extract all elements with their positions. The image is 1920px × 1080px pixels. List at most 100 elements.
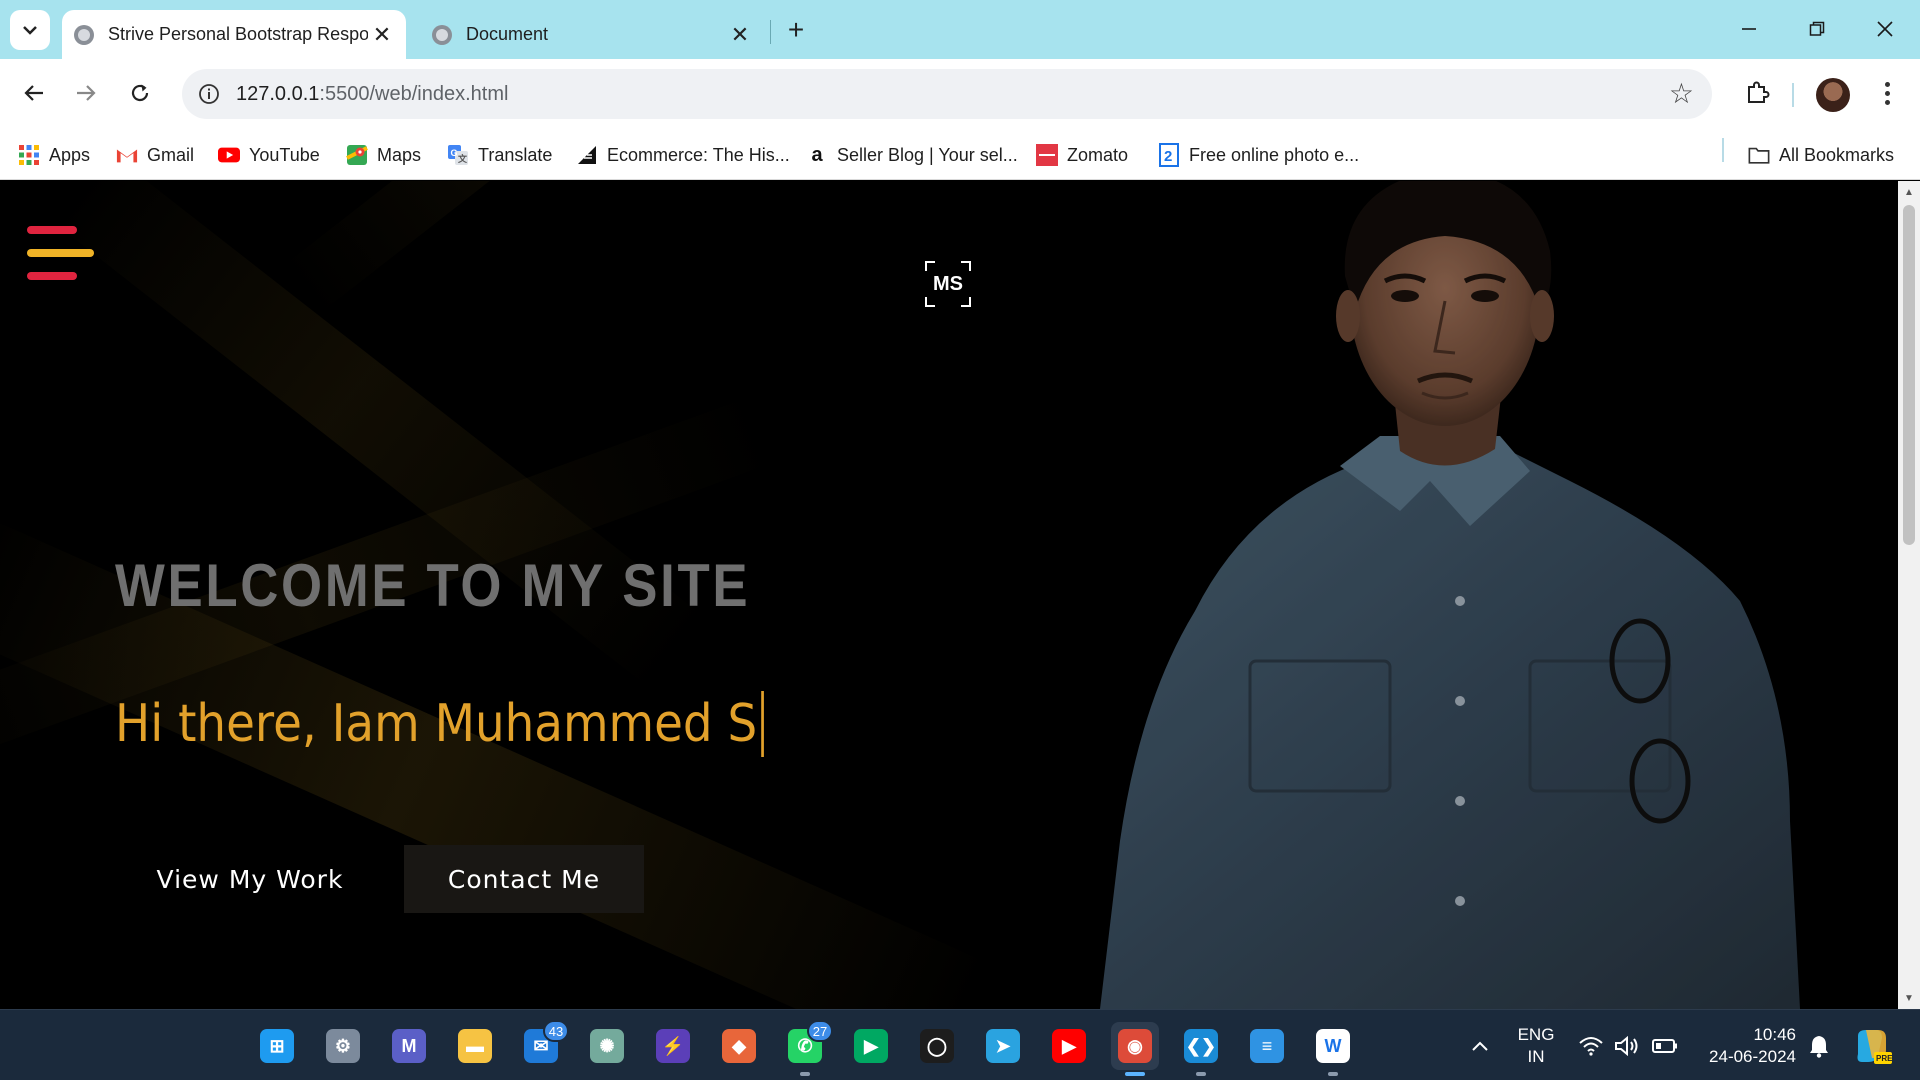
vscode-icon: ❮❯ [1184, 1029, 1218, 1063]
tab-title: Document [466, 24, 549, 44]
hamburger-menu-button[interactable] [27, 226, 94, 281]
youtube-icon [218, 144, 240, 166]
tab-document[interactable]: Document ✕ [420, 10, 764, 59]
bookmark-label: All Bookmarks [1779, 144, 1895, 165]
close-tab-icon[interactable]: ✕ [368, 21, 396, 49]
hamburger-bar [27, 249, 94, 257]
reload-button[interactable] [120, 73, 160, 113]
bookmark-label: YouTube [249, 144, 320, 165]
extensions-button[interactable] [1738, 72, 1778, 112]
taskbar-word-app[interactable]: W [1309, 1022, 1357, 1076]
bookmark-ecommerce[interactable]: Ecommerce: The His... [576, 140, 790, 170]
profile-avatar[interactable] [1816, 78, 1850, 112]
profile-portrait-image [1100, 181, 1890, 1009]
bookmark-zomato[interactable]: Zomato [1036, 140, 1128, 170]
bookmark-seller-blog[interactable]: a Seller Blog | Your sel... [806, 140, 1018, 170]
close-tab-icon[interactable]: ✕ [726, 21, 754, 49]
system-clock[interactable]: 10:46 24-06-2024 [1700, 1024, 1796, 1068]
taskbar-start[interactable]: ⊞ [253, 1022, 301, 1070]
bookmark-youtube[interactable]: YouTube [218, 140, 320, 170]
running-indicator [1196, 1072, 1206, 1076]
tab-strive[interactable]: Strive Personal Bootstrap Respo ✕ [62, 10, 406, 59]
chatgpt-icon: ✺ [590, 1029, 624, 1063]
taskbar-power-automate[interactable]: ⚡ [649, 1022, 697, 1070]
bookmark-gmail[interactable]: Gmail [116, 140, 194, 170]
taskbar-youtube-app[interactable]: ▶ [1045, 1022, 1093, 1070]
address-bar[interactable]: 127.0.0.1:5500/web/index.html ☆ [182, 69, 1712, 119]
globe-icon [74, 24, 94, 45]
contact-me-button[interactable]: Contact Me [404, 845, 644, 913]
lang-code: ENG [1517, 1025, 1555, 1044]
bookmark-star-icon[interactable]: ☆ [1669, 77, 1694, 110]
taskbar-notepad[interactable]: ≡ [1243, 1022, 1291, 1070]
bookmark-photo-editor[interactable]: 2 Free online photo e... [1158, 140, 1359, 170]
notification-badge: 27 [807, 1020, 833, 1042]
language-indicator[interactable]: ENG IN [1516, 1024, 1556, 1068]
background-beam [281, 181, 792, 315]
taskbar-settings[interactable]: ⚙ [319, 1022, 367, 1070]
amazon-icon: a [811, 143, 823, 166]
zomato-icon [1036, 144, 1058, 166]
taskbar-search-app[interactable]: ◯ [913, 1022, 961, 1070]
copilot-icon[interactable]: PRE [1852, 1010, 1892, 1080]
scrollbar-thumb[interactable] [1903, 205, 1915, 545]
chrome-icon: ◉ [1118, 1029, 1152, 1063]
all-bookmarks-button[interactable]: All Bookmarks [1748, 140, 1894, 170]
git-icon: ◆ [722, 1029, 756, 1063]
close-window-button[interactable] [1860, 10, 1910, 48]
bookmark-label: Seller Blog | Your sel... [837, 144, 1018, 165]
bookmark-maps[interactable]: Maps [346, 140, 421, 170]
taskbar-chrome[interactable]: ◉ [1111, 1022, 1159, 1076]
scroll-up-icon[interactable]: ▲ [1898, 183, 1920, 201]
taskbar-git[interactable]: ◆ [715, 1022, 763, 1070]
view-my-work-button[interactable]: View My Work [150, 845, 350, 913]
file-explorer-icon: ▬ [458, 1029, 492, 1063]
forward-button[interactable] [66, 73, 106, 113]
taskbar-file-explorer[interactable]: ▬ [451, 1022, 499, 1070]
clock-date: 24-06-2024 [1709, 1047, 1796, 1066]
bookmark-translate[interactable]: G文 Translate [447, 140, 552, 170]
notification-bell-icon[interactable] [1808, 1010, 1830, 1080]
taskbar-chatgpt[interactable]: ✺ [583, 1022, 631, 1070]
svg-text:文: 文 [457, 153, 468, 164]
hero-headline: WELCOME TO MY SITE [115, 552, 751, 619]
page-scrollbar[interactable]: ▲ ▼ [1898, 181, 1920, 1009]
telegram-icon: ➤ [986, 1029, 1020, 1063]
taskbar-vscode[interactable]: ❮❯ [1177, 1022, 1225, 1076]
typing-caret [760, 691, 764, 757]
restore-icon [1809, 21, 1825, 36]
taskbar-meet[interactable]: ▶ [847, 1022, 895, 1070]
tab-search-button[interactable] [10, 10, 50, 50]
wifi-icon[interactable] [1578, 1010, 1604, 1080]
bookmark-apps[interactable]: Apps [18, 140, 90, 170]
taskbar-whatsapp[interactable]: ✆ 27 [781, 1020, 833, 1076]
taskbar-telegram[interactable]: ➤ [979, 1022, 1027, 1070]
new-tab-button[interactable]: + [780, 14, 812, 46]
browser-menu-button[interactable] [1872, 73, 1902, 113]
chevron-down-icon [23, 26, 37, 35]
hamburger-bar [27, 226, 77, 234]
hero-typed-text: Hi there, Iam Muhammed S [115, 691, 764, 757]
region-code: IN [1527, 1047, 1545, 1066]
taskbar-mail[interactable]: ✉ 43 [517, 1020, 569, 1070]
close-icon [1877, 21, 1893, 37]
svg-text:2: 2 [1164, 148, 1172, 165]
svg-text:G: G [451, 148, 458, 158]
volume-icon[interactable] [1614, 1010, 1640, 1080]
power-automate-icon: ⚡ [656, 1029, 690, 1063]
minimize-button[interactable] [1724, 10, 1774, 48]
taskbar-teams[interactable]: M [385, 1022, 433, 1070]
browser-toolbar: 127.0.0.1:5500/web/index.html ☆ [0, 59, 1920, 130]
battery-icon[interactable] [1652, 1010, 1678, 1080]
site-logo[interactable]: MS [925, 261, 971, 307]
restore-button[interactable] [1792, 10, 1842, 48]
arrow-left-icon [24, 85, 43, 101]
scroll-down-icon[interactable]: ▼ [1898, 989, 1920, 1007]
bookmarks-bar: Apps Gmail YouTube Maps G文 Translate Eco… [0, 130, 1920, 180]
site-info-button[interactable] [194, 79, 224, 109]
screen: Strive Personal Bootstrap Respo ✕ Docume… [0, 0, 1920, 1080]
running-indicator [1125, 1072, 1145, 1076]
settings-icon: ⚙ [326, 1029, 360, 1063]
back-button[interactable] [14, 73, 54, 113]
show-hidden-icons-button[interactable] [1462, 1010, 1498, 1080]
